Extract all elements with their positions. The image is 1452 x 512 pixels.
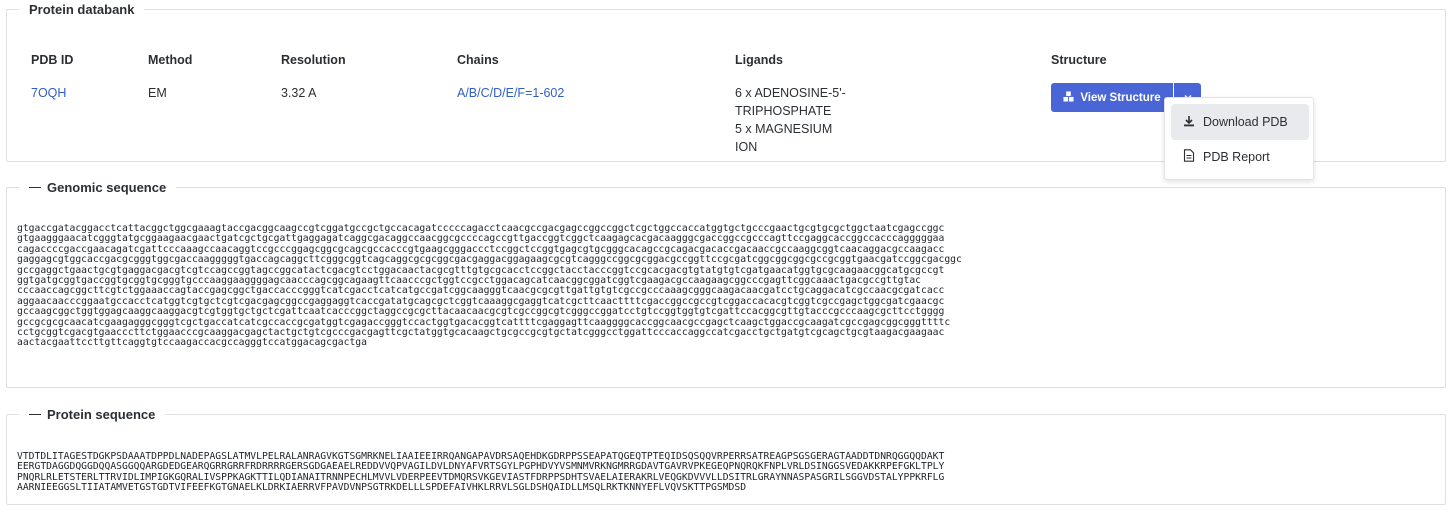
structure-dropdown-menu: Download PDB PDB Report bbox=[1164, 97, 1314, 180]
section-title: Protein sequence bbox=[19, 407, 165, 422]
header-structure: Structure bbox=[1051, 53, 1107, 67]
pdb-report-item[interactable]: PDB Report bbox=[1171, 139, 1309, 175]
section-title: Genomic sequence bbox=[19, 180, 176, 195]
view-structure-button[interactable]: View Structure bbox=[1051, 83, 1173, 112]
section-title-text: Genomic sequence bbox=[47, 180, 167, 195]
pdb-report-label: PDB Report bbox=[1203, 150, 1270, 164]
method-value: EM bbox=[148, 86, 167, 100]
chains-link[interactable]: A/B/C/D/E/F=1-602 bbox=[457, 84, 564, 102]
ligand-line: 5 x MAGNESIUM bbox=[735, 122, 833, 136]
download-pdb-label: Download PDB bbox=[1203, 115, 1288, 129]
ligands-list: 6 x ADENOSINE-5'- TRIPHOSPHATE 5 x MAGNE… bbox=[735, 84, 846, 156]
cubes-icon bbox=[1063, 90, 1074, 105]
protein-sequence-text: VTDTDLITAGESTDGKPSDAAATDPPDLNADEPAGSLATM… bbox=[17, 451, 945, 494]
ligand-line: ION bbox=[735, 140, 758, 154]
genomic-sequence-text: gtgaccgatacggacctcattacggctggcgaaagtaccg… bbox=[17, 223, 962, 349]
view-structure-label: View Structure bbox=[1080, 91, 1161, 104]
protein-sequence-section: Protein sequence VTDTDLITAGESTDGKPSDAAAT… bbox=[6, 407, 1446, 505]
header-method: Method bbox=[148, 53, 193, 67]
ligand-line: 6 x ADENOSINE-5'- bbox=[735, 86, 846, 100]
ligand-line: TRIPHOSPHATE bbox=[735, 104, 832, 118]
header-ligands: Ligands bbox=[735, 53, 783, 67]
header-chains: Chains bbox=[457, 53, 499, 67]
header-pdb-id: PDB ID bbox=[31, 53, 74, 67]
download-icon bbox=[1183, 115, 1195, 130]
header-resolution: Resolution bbox=[281, 53, 346, 67]
section-title: Protein databank bbox=[29, 2, 135, 17]
section-title-text: Protein sequence bbox=[47, 407, 156, 422]
document-icon bbox=[1183, 149, 1195, 165]
genomic-sequence-section: Genomic sequence gtgaccgatacggacctcattac… bbox=[6, 180, 1446, 388]
resolution-value: 3.32 A bbox=[281, 86, 317, 100]
pdb-id-link[interactable]: 7OQH bbox=[31, 84, 66, 102]
download-pdb-item[interactable]: Download PDB bbox=[1171, 104, 1309, 140]
